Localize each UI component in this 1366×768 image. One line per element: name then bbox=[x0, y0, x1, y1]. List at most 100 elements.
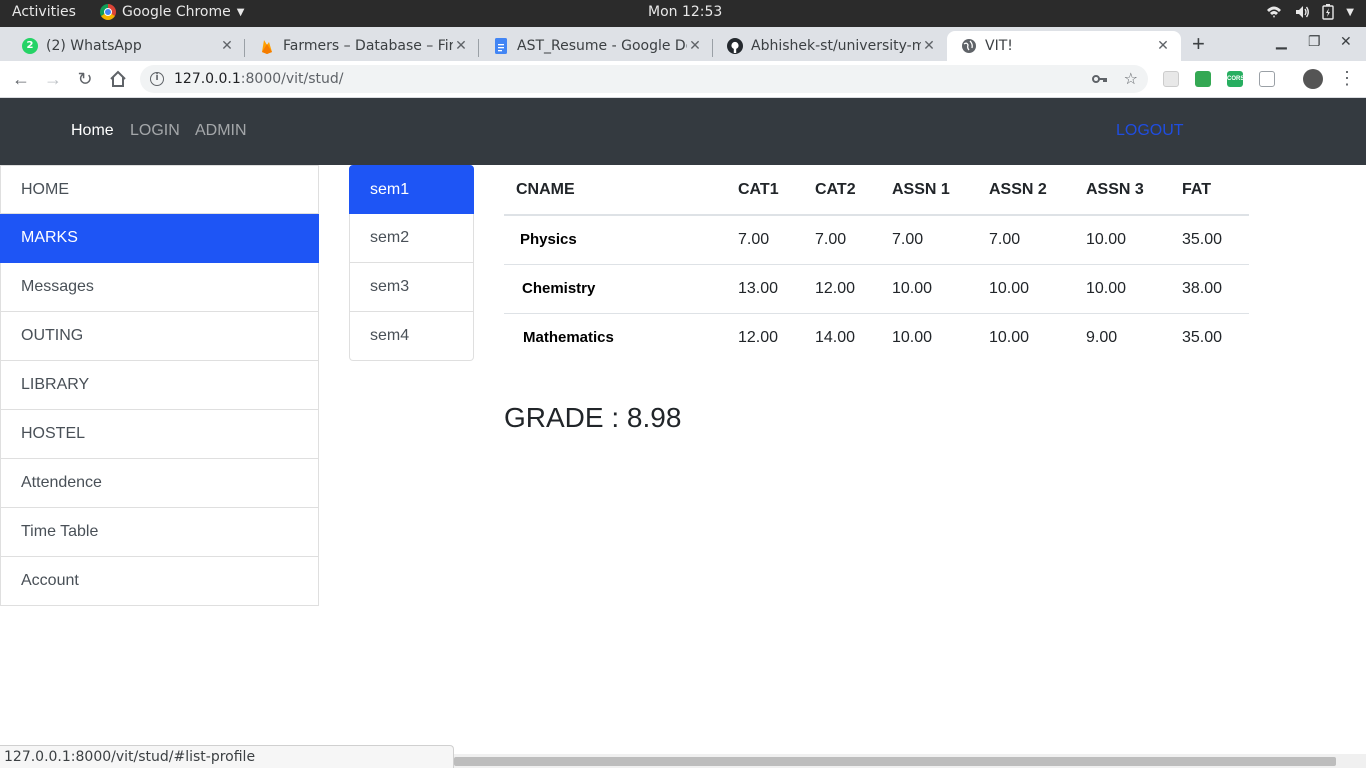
tab-github[interactable]: Abhishek-st/university-m ✕ bbox=[713, 31, 947, 61]
table-cell: 35.00 bbox=[1182, 328, 1223, 346]
extension-doc-icon[interactable] bbox=[1259, 71, 1275, 87]
extension-green-icon[interactable] bbox=[1195, 71, 1211, 87]
close-tab-icon[interactable]: ✕ bbox=[687, 38, 703, 54]
battery-icon bbox=[1322, 4, 1334, 20]
tab-title: VIT! bbox=[985, 38, 1013, 54]
sidebar-item-marks[interactable]: MARKS bbox=[0, 214, 319, 263]
table-cell: 7.00 bbox=[977, 215, 1074, 265]
close-tab-icon[interactable]: ✕ bbox=[921, 38, 937, 54]
tab-title: Abhishek-st/university-m bbox=[751, 38, 921, 54]
sidebar-menu: HOME MARKS Messages OUTING LIBRARY HOSTE… bbox=[0, 165, 319, 606]
sidebar-item-attendence[interactable]: Attendence bbox=[0, 459, 319, 508]
table-row: Chemistry 13.00 12.00 10.00 10.00 10.00 … bbox=[504, 264, 1249, 314]
semester-tabs: sem1 sem2 sem3 sem4 bbox=[349, 165, 474, 361]
tab-vit[interactable]: VIT! ✕ bbox=[947, 31, 1181, 61]
sidebar-item-library[interactable]: LIBRARY bbox=[0, 361, 319, 410]
table-cell: 10.00 bbox=[892, 328, 933, 346]
column-header: ASSN 3 bbox=[1074, 165, 1170, 216]
table-cell: 12.00 bbox=[803, 264, 880, 314]
os-top-bar: Activities Google Chrome ▼ Mon 12:53 ▼ bbox=[0, 0, 1366, 27]
column-header: ASSN 1 bbox=[880, 165, 977, 216]
url-host: 127.0.0.1 bbox=[174, 71, 241, 87]
activities-button[interactable]: Activities bbox=[12, 4, 76, 20]
browser-tab-strip: 2 (2) WhatsApp ✕ Farmers – Database – Fi… bbox=[0, 27, 1366, 61]
home-icon[interactable] bbox=[107, 68, 129, 90]
firebase-icon bbox=[262, 40, 272, 54]
table-cell: 10.00 bbox=[989, 328, 1030, 346]
column-header: FAT bbox=[1170, 165, 1249, 216]
restore-icon[interactable]: ❐ bbox=[1308, 33, 1321, 50]
tab-sem1[interactable]: sem1 bbox=[349, 165, 474, 214]
avatar[interactable] bbox=[1303, 69, 1323, 89]
system-menu-arrow-icon: ▼ bbox=[1346, 6, 1354, 18]
table-cell: 14.00 bbox=[815, 328, 856, 346]
table-row: Physics 7.00 7.00 7.00 7.00 10.00 35.00 bbox=[504, 215, 1249, 265]
forward-icon[interactable]: → bbox=[42, 68, 64, 90]
table-cell: 13.00 bbox=[726, 264, 803, 314]
nav-admin[interactable]: ADMIN bbox=[195, 122, 247, 140]
cors-extension-icon[interactable]: CORS bbox=[1227, 71, 1244, 87]
back-icon[interactable]: ← bbox=[10, 68, 32, 90]
tab-sem3[interactable]: sem3 bbox=[349, 263, 474, 312]
clock[interactable]: Mon 12:53 bbox=[648, 4, 722, 20]
volume-icon bbox=[1296, 6, 1310, 18]
course-name: Chemistry bbox=[504, 264, 726, 314]
minimize-icon[interactable]: ▁ bbox=[1276, 33, 1287, 50]
nav-home[interactable]: Home bbox=[71, 122, 114, 140]
tab-title: (2) WhatsApp bbox=[46, 38, 142, 54]
github-icon bbox=[727, 38, 743, 54]
new-tab-icon[interactable]: + bbox=[1192, 31, 1205, 57]
table-cell: 38.00 bbox=[1170, 264, 1249, 314]
sidebar-item-outing[interactable]: OUTING bbox=[0, 312, 319, 361]
nav-login[interactable]: LOGIN bbox=[130, 122, 180, 140]
column-header: ASSN 2 bbox=[977, 165, 1074, 216]
sidebar-item-hostel[interactable]: HOSTEL bbox=[0, 410, 319, 459]
sidebar-item-home[interactable]: HOME bbox=[0, 165, 319, 214]
close-window-icon[interactable]: ✕ bbox=[1340, 33, 1352, 50]
url-text: 127.0.0.1:8000/vit/stud/ bbox=[174, 65, 344, 93]
tab-title: AST_Resume - Google Do bbox=[517, 38, 687, 54]
scrollbar-thumb[interactable] bbox=[454, 757, 1336, 766]
table-cell: 9.00 bbox=[1086, 328, 1118, 346]
app-menu[interactable]: Google Chrome ▼ bbox=[100, 4, 244, 20]
table-cell: 10.00 bbox=[1074, 215, 1170, 265]
sidebar-item-messages[interactable]: Messages bbox=[0, 263, 319, 312]
table-cell: 35.00 bbox=[1170, 215, 1249, 265]
key-icon[interactable] bbox=[1092, 72, 1108, 86]
table-cell: 12.00 bbox=[738, 328, 779, 346]
extension-icon[interactable] bbox=[1163, 71, 1179, 87]
horizontal-scrollbar[interactable] bbox=[454, 754, 1366, 768]
table-cell: 7.00 bbox=[726, 215, 803, 265]
table-cell: 7.00 bbox=[880, 215, 977, 265]
sidebar-item-time-table[interactable]: Time Table bbox=[0, 508, 319, 557]
tab-sem4[interactable]: sem4 bbox=[349, 312, 474, 361]
sidebar-item-account[interactable]: Account bbox=[0, 557, 319, 606]
table-cell: 7.00 bbox=[803, 215, 880, 265]
grade-text: GRADE : 8.98 bbox=[504, 402, 682, 433]
site-navbar: Home LOGIN ADMIN LOGOUT bbox=[0, 98, 1366, 165]
address-bar[interactable]: i 127.0.0.1:8000/vit/stud/ ☆ bbox=[140, 65, 1148, 93]
reload-icon[interactable]: ↻ bbox=[74, 68, 96, 90]
column-header: CAT1 bbox=[726, 165, 803, 216]
url-path: :8000/vit/stud/ bbox=[240, 71, 344, 87]
app-name: Google Chrome bbox=[122, 4, 231, 20]
tab-google-docs[interactable]: AST_Resume - Google Do ✕ bbox=[479, 31, 713, 61]
tab-whatsapp[interactable]: 2 (2) WhatsApp ✕ bbox=[8, 31, 245, 61]
close-tab-icon[interactable]: ✕ bbox=[219, 38, 235, 54]
site-info-icon[interactable]: i bbox=[150, 72, 164, 86]
table-row: Mathematics 12.00 14.00 10.00 10.00 9.00… bbox=[504, 313, 1249, 362]
status-bubble: 127.0.0.1:8000/vit/stud/#list-profile bbox=[0, 745, 454, 768]
marks-table: CNAME CAT1 CAT2 ASSN 1 ASSN 2 ASSN 3 FAT… bbox=[504, 165, 1249, 362]
column-header: CNAME bbox=[504, 165, 726, 216]
chrome-icon bbox=[100, 4, 116, 20]
tab-sem2[interactable]: sem2 bbox=[349, 214, 474, 263]
close-tab-icon[interactable]: ✕ bbox=[1155, 38, 1171, 54]
table-cell: 10.00 bbox=[880, 264, 977, 314]
bookmark-star-icon[interactable]: ☆ bbox=[1124, 65, 1138, 93]
tab-firebase[interactable]: Farmers – Database – Fire ✕ bbox=[245, 31, 479, 61]
system-tray[interactable]: ▼ bbox=[1266, 4, 1354, 20]
chrome-menu-icon[interactable]: ⋮ bbox=[1338, 68, 1356, 88]
close-tab-icon[interactable]: ✕ bbox=[453, 38, 469, 54]
course-name: Physics bbox=[504, 215, 726, 265]
nav-logout[interactable]: LOGOUT bbox=[1116, 122, 1184, 140]
